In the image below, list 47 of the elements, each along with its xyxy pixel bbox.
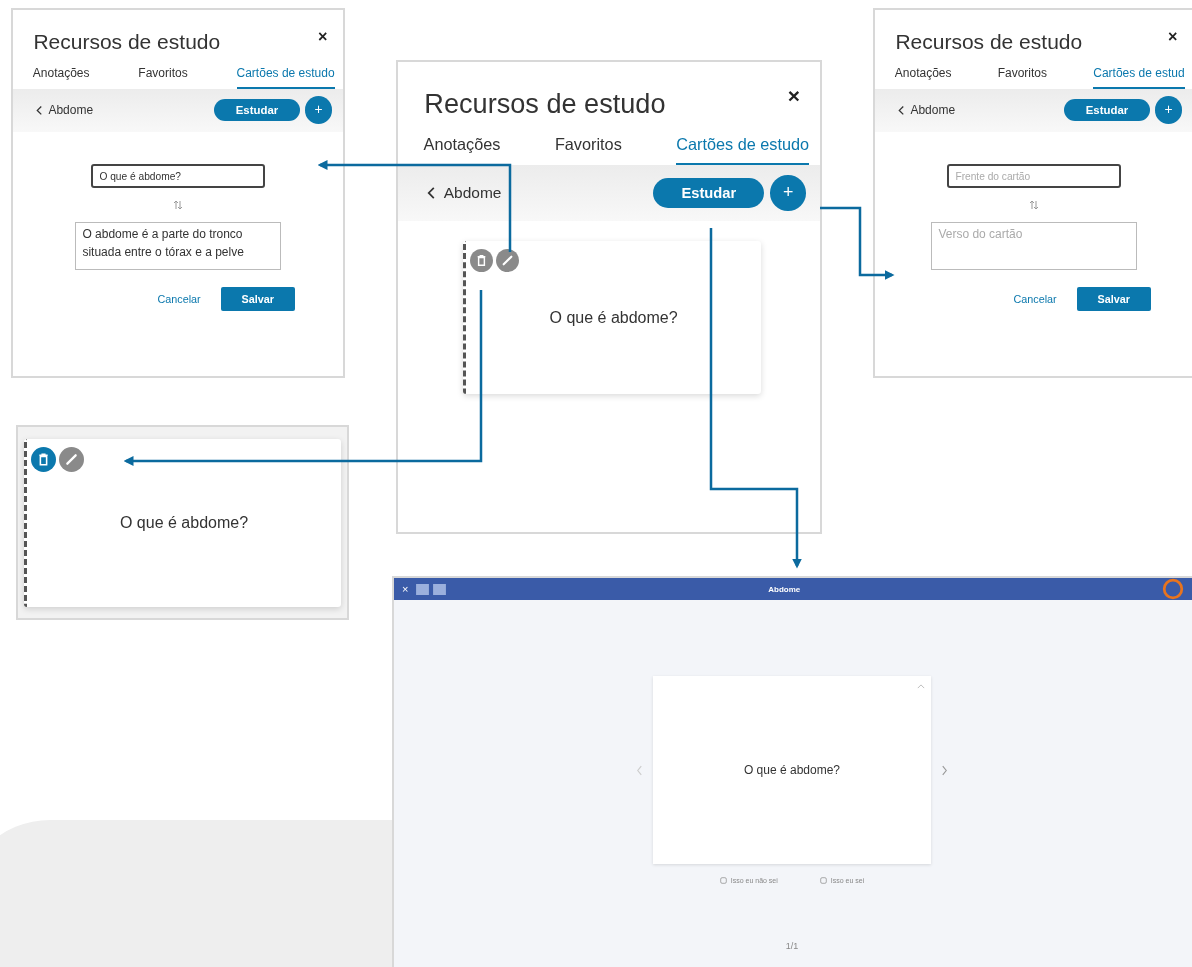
card-counter: 1/1 bbox=[785, 941, 799, 951]
cancel-button[interactable]: Cancelar bbox=[157, 292, 201, 305]
back-link[interactable]: Abdome bbox=[427, 184, 502, 203]
close-button[interactable]: × bbox=[1167, 26, 1178, 46]
pencil-icon[interactable] bbox=[496, 249, 520, 273]
panel-title: Recursos de estudo bbox=[424, 86, 667, 120]
trash-icon[interactable] bbox=[470, 249, 494, 273]
study-title: Abdome bbox=[767, 584, 802, 594]
close-button[interactable]: × bbox=[787, 83, 800, 108]
chevron-left-icon bbox=[35, 104, 43, 116]
back-field[interactable]: Verso do cartão bbox=[931, 221, 1137, 270]
panel-title: Recursos de estudo bbox=[895, 28, 1084, 54]
panel-title: Recursos de estudo bbox=[33, 28, 222, 54]
save-button[interactable]: Salvar bbox=[221, 286, 295, 311]
study-button[interactable]: Estudar bbox=[214, 99, 300, 122]
flashcard[interactable]: O que é abdome? bbox=[653, 676, 931, 864]
chevron-right-icon[interactable] bbox=[941, 764, 948, 776]
tab[interactable]: Favoritos bbox=[554, 135, 622, 166]
close-button[interactable]: × bbox=[402, 583, 413, 595]
study-button[interactable]: Estudar bbox=[1064, 99, 1150, 122]
swap-icon[interactable] bbox=[172, 199, 184, 212]
back-field[interactable]: O abdome é a parte do tronco situada entre o tórax e a pelve bbox=[75, 221, 281, 270]
tab[interactable]: Anotações bbox=[32, 65, 90, 89]
pencil-icon[interactable] bbox=[59, 447, 84, 472]
back-link[interactable]: Abdome bbox=[897, 103, 956, 118]
card-question: O que é abdome? bbox=[743, 763, 841, 777]
card-question: O que é abdome? bbox=[549, 308, 678, 327]
tab[interactable]: Anotações bbox=[423, 135, 501, 166]
swap-icon[interactable] bbox=[1028, 199, 1040, 212]
tab[interactable]: Anotações bbox=[894, 65, 952, 89]
study-button[interactable]: Estudar bbox=[653, 178, 765, 208]
front-field[interactable]: O que é abdome? bbox=[91, 164, 265, 189]
save-button[interactable]: Salvar bbox=[1077, 286, 1151, 311]
chevron-up-icon[interactable] bbox=[917, 684, 925, 689]
card-question: O que é abdome? bbox=[119, 514, 249, 532]
tab[interactable]: Favoritos bbox=[997, 65, 1048, 89]
tab[interactable]: Favoritos bbox=[138, 65, 188, 89]
add-button[interactable]: + bbox=[770, 175, 807, 211]
add-button[interactable]: + bbox=[1154, 96, 1183, 124]
front-field[interactable]: Frente do cartão bbox=[947, 164, 1121, 189]
chevron-left-icon bbox=[897, 104, 905, 116]
chevron-left-icon bbox=[427, 186, 436, 201]
cancel-button[interactable]: Cancelar bbox=[1013, 292, 1057, 305]
add-button[interactable]: + bbox=[304, 96, 333, 124]
back-link[interactable]: Abdome bbox=[35, 103, 94, 118]
close-button[interactable]: × bbox=[317, 26, 328, 46]
trash-icon[interactable] bbox=[31, 447, 56, 472]
